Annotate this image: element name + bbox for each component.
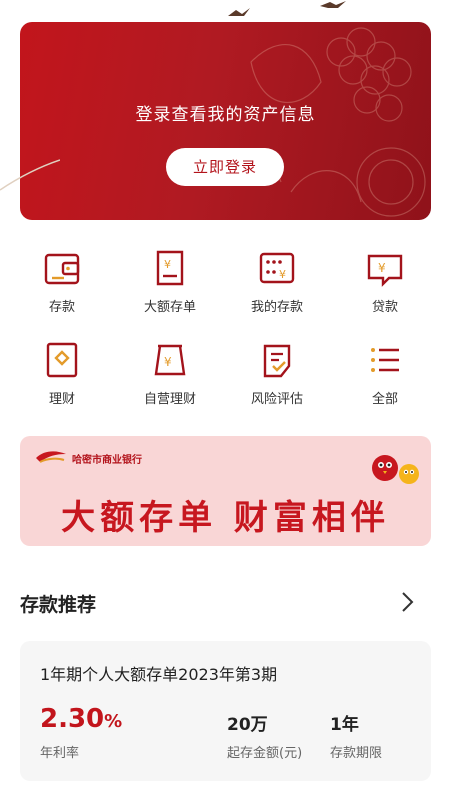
all-menu-icon [371, 348, 399, 372]
svg-text:¥: ¥ [164, 355, 172, 369]
birds-decoration [228, 1, 346, 16]
interest-rate: 2.30% [40, 704, 122, 734]
menu-label: 存款 [48, 300, 75, 315]
risk-assessment-icon [263, 344, 291, 378]
menu-item-large-cd[interactable]: ¥ 大额存单 [125, 248, 215, 315]
wallet-icon [44, 253, 80, 285]
menu-item-risk-assessment[interactable]: 风险评估 [232, 340, 322, 407]
min-amount-label: 起存金额(元) [227, 746, 303, 761]
login-card: 登录查看我的资产信息 立即登录 [20, 22, 431, 220]
mascot-birds [372, 455, 419, 484]
loan-icon: ¥ [367, 254, 403, 287]
deposit-product-card[interactable]: 1年期个人大额存单2023年第3期 2.30% 年利率 20万 起存金额(元) … [20, 641, 431, 781]
deposit-term-label: 存款期限 [330, 746, 383, 761]
rate-value: 2.30 [40, 704, 105, 734]
self-wealth-icon: ¥ [154, 344, 186, 376]
chevron-right-icon[interactable] [398, 591, 416, 613]
deposit-term: 1年 [330, 715, 359, 735]
bank-logo [36, 451, 66, 463]
menu-label: 我的存款 [250, 300, 303, 315]
rate-label: 年利率 [40, 746, 80, 761]
bank-name: 哈密市商业银行 [72, 455, 142, 466]
menu-item-my-deposit[interactable]: ¥ 我的存款 [232, 248, 322, 315]
svg-text:¥: ¥ [279, 268, 286, 281]
svg-text:¥: ¥ [378, 261, 386, 275]
menu-item-all[interactable]: 全部 [340, 340, 430, 407]
rate-unit: % [104, 711, 123, 732]
menu-label: 理财 [48, 392, 75, 407]
login-button[interactable]: 立即登录 [166, 148, 284, 186]
menu-item-deposit[interactable]: 存款 [17, 248, 107, 315]
menu-label: 自营理财 [143, 392, 196, 407]
menu-item-wealth[interactable]: 理财 [17, 340, 107, 407]
menu-label: 大额存单 [143, 300, 196, 315]
min-amount: 20万 [227, 715, 268, 735]
menu-label: 全部 [371, 392, 398, 407]
menu-label: 风险评估 [250, 392, 303, 407]
menu-item-self-wealth[interactable]: ¥ 自营理财 [125, 340, 215, 407]
login-prompt: 登录查看我的资产信息 [135, 105, 316, 125]
menu-label: 贷款 [371, 300, 398, 315]
certificate-icon: ¥ [156, 250, 184, 286]
menu-item-loan[interactable]: ¥ 贷款 [340, 248, 430, 315]
wealth-icon [46, 342, 78, 378]
svg-text:¥: ¥ [164, 258, 171, 271]
promo-banner[interactable]: 哈密市商业银行 大额存单 财富相伴 [20, 436, 431, 546]
section-title: 存款推荐 [20, 594, 97, 616]
banner-slogan: 大额存单 财富相伴 [61, 498, 390, 538]
my-deposit-icon: ¥ [259, 252, 295, 284]
line-decoration [0, 159, 60, 191]
product-name: 1年期个人大额存单2023年第3期 [40, 665, 278, 684]
